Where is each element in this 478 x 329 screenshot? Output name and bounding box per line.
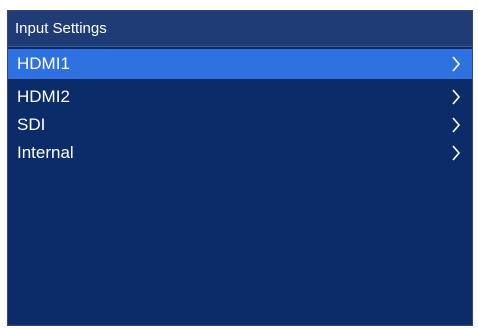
menu-item-sdi[interactable]: SDI: [8, 111, 472, 139]
panel-header: Input Settings: [8, 11, 472, 47]
menu-item-label: HDMI1: [17, 54, 70, 73]
menu-item-hdmi2[interactable]: HDMI2: [8, 83, 472, 111]
menu-item-label: HDMI2: [17, 87, 70, 106]
chevron-right-icon: [449, 53, 463, 75]
page-title: Input Settings: [15, 20, 107, 37]
chevron-right-icon: [449, 142, 463, 164]
input-menu: HDMI1 HDMI2 SDI Internal: [8, 47, 472, 167]
chevron-right-icon: [449, 86, 463, 108]
menu-item-hdmi1[interactable]: HDMI1: [8, 49, 472, 79]
menu-item-label: SDI: [17, 115, 46, 134]
menu-item-internal[interactable]: Internal: [8, 139, 472, 167]
menu-item-label: Internal: [17, 143, 74, 162]
input-settings-panel: Input Settings HDMI1 HDMI2 SDI Internal: [7, 10, 473, 326]
chevron-right-icon: [449, 114, 463, 136]
